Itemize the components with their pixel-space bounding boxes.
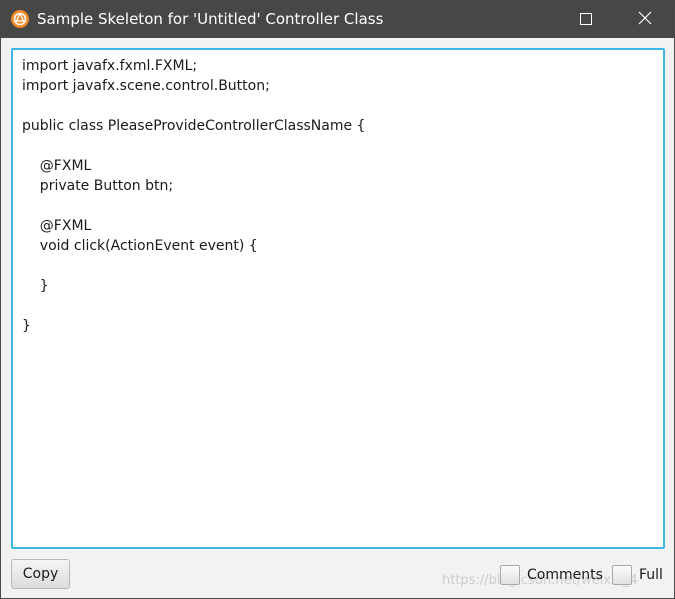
close-button[interactable] [622, 1, 668, 38]
code-text-area[interactable]: import javafx.fxml.FXML; import javafx.s… [11, 48, 665, 549]
copy-button[interactable]: Copy [11, 559, 70, 589]
skeleton-window: Sample Skeleton for 'Untitled' Controlle… [0, 0, 675, 599]
maximize-icon [580, 10, 592, 29]
close-icon [638, 10, 652, 29]
full-checkbox-row[interactable]: Full [612, 564, 663, 586]
title-bar[interactable]: Sample Skeleton for 'Untitled' Controlle… [1, 1, 674, 38]
comments-checkbox-row[interactable]: Comments [500, 564, 603, 586]
skeleton-code: import javafx.fxml.FXML; import javafx.s… [22, 58, 366, 334]
comments-checkbox[interactable] [500, 565, 520, 585]
full-checkbox[interactable] [612, 565, 632, 585]
comments-label: Comments [527, 567, 603, 583]
scene-builder-icon [10, 9, 30, 29]
maximize-button[interactable] [563, 1, 609, 38]
window-title: Sample Skeleton for 'Untitled' Controlle… [37, 10, 384, 28]
full-label: Full [639, 567, 663, 583]
